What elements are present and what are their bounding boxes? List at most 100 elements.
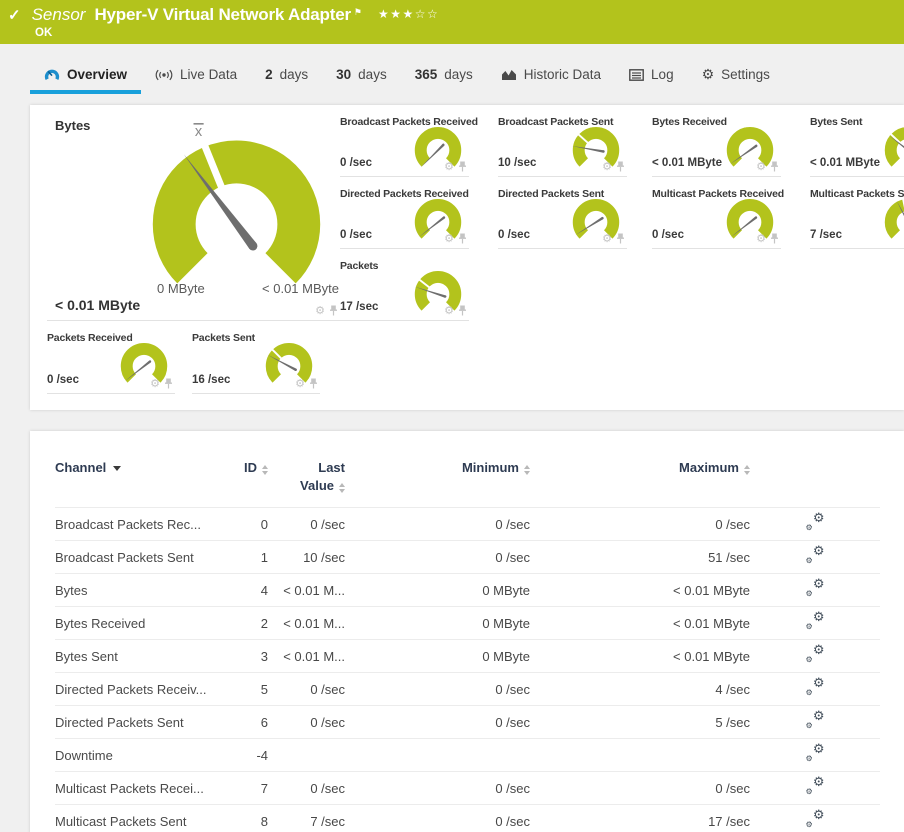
gauge-pin-icon[interactable] bbox=[329, 305, 338, 316]
gauge-icon bbox=[44, 69, 60, 80]
table-row[interactable]: Directed Packets Receiv... 5 0 /sec 0 /s… bbox=[55, 672, 880, 706]
tab-settings[interactable]: ⚙ Settings bbox=[688, 60, 784, 94]
gauge-settings-gear-icon[interactable]: ⚙ bbox=[444, 233, 454, 244]
table-row[interactable]: Multicast Packets Recei... 7 0 /sec 0 /s… bbox=[55, 771, 880, 805]
bytes-gauge: x bbox=[139, 123, 334, 306]
gauge-pin-icon[interactable] bbox=[164, 378, 173, 389]
gauge-current-value: < 0.01 MByte bbox=[652, 157, 722, 169]
column-header-channel[interactable]: Channel bbox=[55, 445, 235, 508]
table-row[interactable]: Bytes Received 2 < 0.01 M... 0 MByte < 0… bbox=[55, 606, 880, 640]
table-row[interactable]: Multicast Packets Sent 8 7 /sec 0 /sec 1… bbox=[55, 804, 880, 832]
gauge-settings-gear-icon[interactable]: ⚙ bbox=[150, 378, 160, 389]
channel-name-cell[interactable]: Broadcast Packets Rec... bbox=[55, 507, 235, 541]
sort-icon bbox=[744, 465, 750, 475]
minimum-cell: 0 MByte bbox=[355, 606, 540, 640]
gauge-settings-gear-icon[interactable]: ⚙ bbox=[444, 305, 454, 316]
gauge-settings-gear-icon[interactable]: ⚙ bbox=[756, 233, 766, 244]
gauge-pin-icon[interactable] bbox=[616, 161, 625, 172]
primary-gauge-tile-bytes: Bytes x 0 MByte < 0.01 MByte < 0.01 MByt… bbox=[47, 105, 340, 321]
column-header-maximum[interactable]: Maximum bbox=[540, 445, 760, 508]
channel-id-cell: 3 bbox=[235, 639, 278, 673]
channel-name-cell[interactable]: Bytes Received bbox=[55, 606, 235, 640]
channel-name-cell[interactable]: Bytes bbox=[55, 573, 235, 607]
channel-settings-gears-icon[interactable]: ⚙ ⚙ bbox=[806, 743, 825, 763]
star-icon[interactable]: ★ bbox=[402, 7, 414, 21]
gauge-settings-gear-icon[interactable]: ⚙ bbox=[444, 161, 454, 172]
channel-settings-gears-icon[interactable]: ⚙ ⚙ bbox=[806, 677, 825, 697]
column-header-id[interactable]: ID bbox=[235, 445, 278, 508]
channel-id-cell: 0 bbox=[235, 507, 278, 541]
channel-name-cell[interactable]: Multicast Packets Sent bbox=[55, 804, 235, 832]
channel-name-cell[interactable]: Downtime bbox=[55, 738, 235, 772]
tab-bar: Overview Live Data 2 days 30 days 365 da… bbox=[0, 44, 904, 105]
star-icon[interactable]: ☆ bbox=[415, 7, 427, 21]
gauge-pin-icon[interactable] bbox=[770, 161, 779, 172]
priority-flag-icon[interactable]: ⚑ bbox=[354, 7, 362, 18]
gauge-pin-icon[interactable] bbox=[616, 233, 625, 244]
gauge-current-value: < 0.01 MByte bbox=[810, 157, 880, 169]
channel-name-cell[interactable]: Directed Packets Sent bbox=[55, 705, 235, 739]
channel-name-cell[interactable]: Broadcast Packets Sent bbox=[55, 540, 235, 574]
gauge-current-value: 0 /sec bbox=[47, 374, 79, 386]
star-icon[interactable]: ★ bbox=[390, 7, 402, 21]
channel-id-cell: 4 bbox=[235, 573, 278, 607]
tab-log[interactable]: Log bbox=[615, 60, 688, 94]
channel-settings-gears-icon[interactable]: ⚙ ⚙ bbox=[806, 611, 825, 631]
gauge-settings-gear-icon[interactable]: ⚙ bbox=[756, 161, 766, 172]
tab-overview-label: Overview bbox=[67, 67, 128, 82]
status-badge: OK bbox=[35, 27, 53, 39]
gauge-settings-gear-icon[interactable]: ⚙ bbox=[602, 233, 612, 244]
channel-settings-gears-icon[interactable]: ⚙ ⚙ bbox=[806, 512, 825, 532]
gauge-title: Packets bbox=[340, 260, 379, 272]
tab-live-data[interactable]: Live Data bbox=[141, 60, 251, 94]
channel-name-cell[interactable]: Bytes Sent bbox=[55, 639, 235, 673]
channel-name-cell[interactable]: Directed Packets Receiv... bbox=[55, 672, 235, 706]
table-row[interactable]: Downtime -4 ⚙ ⚙ bbox=[55, 738, 880, 772]
gauge-settings-gear-icon[interactable]: ⚙ bbox=[602, 161, 612, 172]
star-icon[interactable]: ☆ bbox=[427, 7, 439, 21]
gauge-pin-icon[interactable] bbox=[770, 233, 779, 244]
table-row[interactable]: Bytes Sent 3 < 0.01 M... 0 MByte < 0.01 … bbox=[55, 639, 880, 673]
channel-id-cell: 2 bbox=[235, 606, 278, 640]
gauge-settings-gear-icon[interactable]: ⚙ bbox=[295, 378, 305, 389]
table-row[interactable]: Broadcast Packets Rec... 0 0 /sec 0 /sec… bbox=[55, 507, 880, 541]
gauge-pin-icon[interactable] bbox=[458, 161, 467, 172]
table-row[interactable]: Directed Packets Sent 6 0 /sec 0 /sec 5 … bbox=[55, 705, 880, 739]
gauge-pin-icon[interactable] bbox=[458, 305, 467, 316]
channels-panel: Channel ID Last Value Minimum Maximum Br… bbox=[30, 431, 904, 832]
tab-365-days[interactable]: 365 days bbox=[401, 60, 487, 94]
channel-id-cell: 6 bbox=[235, 705, 278, 739]
channel-settings-gears-icon[interactable]: ⚙ ⚙ bbox=[806, 710, 825, 730]
table-row[interactable]: Bytes 4 < 0.01 M... 0 MByte < 0.01 MByte… bbox=[55, 573, 880, 607]
tab-log-label: Log bbox=[651, 67, 674, 82]
tab-30-days[interactable]: 30 days bbox=[322, 60, 401, 94]
gauge-tile: Bytes Sent < 0.01 MByte ⚙ bbox=[810, 105, 904, 177]
maximum-cell: < 0.01 MByte bbox=[540, 639, 760, 673]
gauge-tile: Packets Sent 16 /sec ⚙ bbox=[192, 321, 320, 394]
tab-historic-data[interactable]: Historic Data bbox=[487, 60, 615, 94]
gauge-tile: Packets Received 0 /sec ⚙ bbox=[47, 321, 175, 394]
gauge-settings-gear-icon[interactable]: ⚙ bbox=[315, 305, 325, 316]
gauge-pin-icon[interactable] bbox=[458, 233, 467, 244]
table-row[interactable]: Broadcast Packets Sent 1 10 /sec 0 /sec … bbox=[55, 540, 880, 574]
channel-name-cell[interactable]: Multicast Packets Recei... bbox=[55, 771, 235, 805]
gauge-current-value: 17 /sec bbox=[340, 301, 379, 313]
last-value-cell: < 0.01 M... bbox=[278, 606, 355, 640]
tab-overview[interactable]: Overview bbox=[30, 60, 142, 94]
channel-settings-gears-icon[interactable]: ⚙ ⚙ bbox=[806, 776, 825, 796]
gauge-current-value: < 0.01 MByte bbox=[55, 297, 141, 313]
channel-settings-gears-icon[interactable]: ⚙ ⚙ bbox=[806, 545, 825, 565]
maximum-cell: 0 /sec bbox=[540, 507, 760, 541]
tab-2-days[interactable]: 2 days bbox=[251, 60, 322, 94]
channel-settings-gears-icon[interactable]: ⚙ ⚙ bbox=[806, 809, 825, 829]
channel-settings-gears-icon[interactable]: ⚙ ⚙ bbox=[806, 578, 825, 598]
channel-settings-gears-icon[interactable]: ⚙ ⚙ bbox=[806, 644, 825, 664]
gauge-current-value: 16 /sec bbox=[192, 374, 231, 386]
star-icon[interactable]: ★ bbox=[378, 7, 390, 21]
gauges-panel: Bytes x 0 MByte < 0.01 MByte < 0.01 MByt… bbox=[30, 105, 904, 410]
gauge-pin-icon[interactable] bbox=[309, 378, 318, 389]
column-header-minimum[interactable]: Minimum bbox=[355, 445, 540, 508]
gauge-scale-max: < 0.01 MByte bbox=[262, 281, 339, 296]
star-rating[interactable]: ★★★☆☆ bbox=[378, 7, 439, 21]
column-header-last-value[interactable]: Last Value bbox=[278, 445, 355, 508]
